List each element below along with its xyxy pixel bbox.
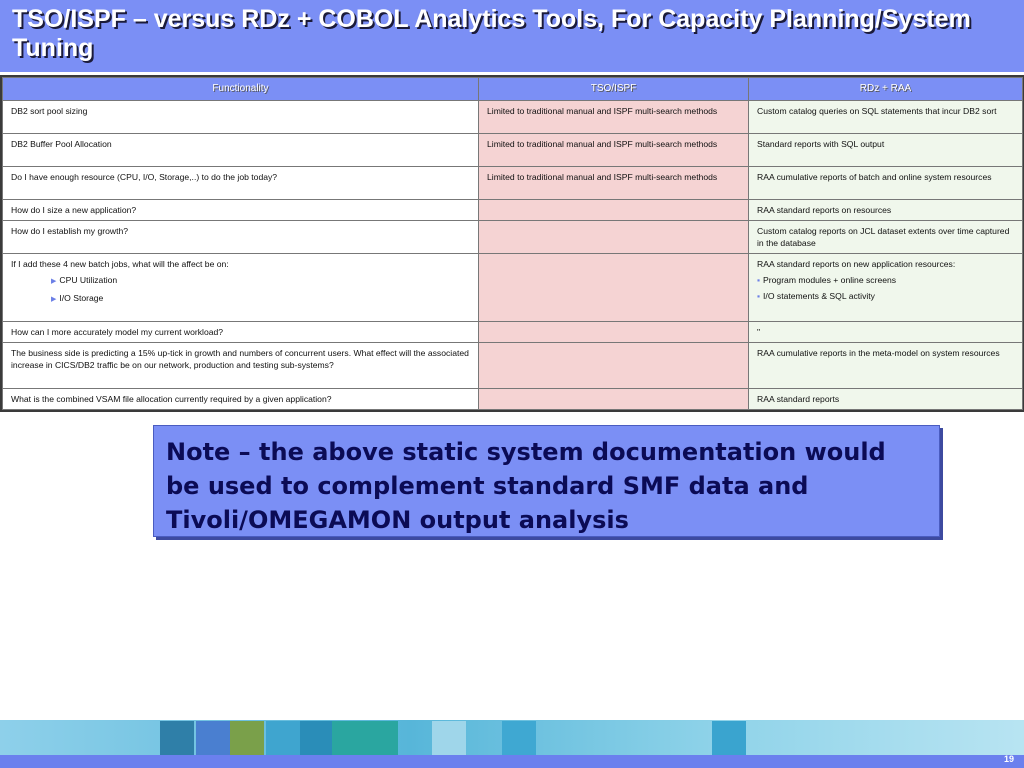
title-bar: TSO/ISPF – versus RDz + COBOL Analytics … <box>0 0 1024 72</box>
footer-tile <box>332 721 398 755</box>
rdz-cell: Custom catalog queries on SQL statements… <box>748 100 1023 134</box>
rdz-cell: Custom catalog reports on JCL dataset ex… <box>748 220 1023 254</box>
sub-item: ▪ Program modules + online screens <box>757 274 1014 286</box>
tso-cell <box>478 220 749 254</box>
rdz-cell: RAA cumulative reports of batch and onli… <box>748 166 1023 200</box>
footer-tile <box>300 721 332 755</box>
functionality-cell: DB2 Buffer Pool Allocation <box>2 133 479 167</box>
column-header-rdz-raa: RDz + RAA <box>748 77 1023 101</box>
functionality-cell: What is the combined VSAM file allocatio… <box>2 388 479 410</box>
sub-item: ▶ CPU Utilization <box>11 274 470 288</box>
footer-tile <box>712 721 746 755</box>
sub-item: ▪ I/O statements & SQL activity <box>757 290 1014 302</box>
tso-cell <box>478 199 749 221</box>
footer-tile <box>266 721 300 755</box>
footer-tile <box>502 721 536 755</box>
square-bullet-icon: ▪ <box>757 275 761 285</box>
tso-cell <box>478 342 749 389</box>
tso-cell: Limited to traditional manual and ISPF m… <box>478 166 749 200</box>
slide-title: TSO/ISPF – versus RDz + COBOL Analytics … <box>12 5 971 62</box>
table-row: How do I establish my growth? Custom cat… <box>2 220 1023 254</box>
tso-cell <box>478 388 749 410</box>
footer-tile <box>160 721 194 755</box>
rdz-cell: " <box>748 321 1023 343</box>
tso-cell: Limited to traditional manual and ISPF m… <box>478 100 749 134</box>
tso-cell: Limited to traditional manual and ISPF m… <box>478 133 749 167</box>
column-header-tso-ispf: TSO/ISPF <box>478 77 749 101</box>
column-header-functionality: Functionality <box>2 77 479 101</box>
triangle-bullet-icon: ▶ <box>51 278 57 285</box>
rdz-cell: Standard reports with SQL output <box>748 133 1023 167</box>
sub-item: ▶ I/O Storage <box>11 292 470 306</box>
square-bullet-icon: ▪ <box>757 291 761 301</box>
functionality-cell: How can I more accurately model my curre… <box>2 321 479 343</box>
table-row: DB2 sort pool sizing Limited to traditio… <box>2 100 1023 134</box>
sub-item-label: I/O Storage <box>59 293 104 303</box>
sub-item-label: I/O statements & SQL activity <box>763 291 875 301</box>
table-row: Do I have enough resource (CPU, I/O, Sto… <box>2 166 1023 200</box>
footer-bar <box>0 755 1024 768</box>
rdz-cell: RAA standard reports on new application … <box>748 253 1023 322</box>
footer-tile <box>230 721 264 755</box>
note-text: Note – the above static system documenta… <box>166 438 886 534</box>
footer-tile <box>432 721 466 755</box>
rdz-text: RAA standard reports on new application … <box>757 259 956 269</box>
table-row: How can I more accurately model my curre… <box>2 321 1023 343</box>
footer-tile <box>196 721 230 755</box>
page-number: 19 <box>1003 754 1014 764</box>
footer-decoration <box>0 720 1024 768</box>
rdz-cell: RAA standard reports <box>748 388 1023 410</box>
functionality-cell: Do I have enough resource (CPU, I/O, Sto… <box>2 166 479 200</box>
functionality-cell: How do I size a new application? <box>2 199 479 221</box>
comparison-table: Functionality TSO/ISPF RDz + RAA DB2 sor… <box>0 75 1024 412</box>
tso-cell <box>478 253 749 322</box>
functionality-cell: How do I establish my growth? <box>2 220 479 254</box>
functionality-cell: DB2 sort pool sizing <box>2 100 479 134</box>
sub-item-label: Program modules + online screens <box>763 275 897 285</box>
table-row: What is the combined VSAM file allocatio… <box>2 388 1023 410</box>
table-row: The business side is predicting a 15% up… <box>2 342 1023 389</box>
sub-item-label: CPU Utilization <box>59 275 118 285</box>
rdz-cell: RAA standard reports on resources <box>748 199 1023 221</box>
functionality-text: If I add these 4 new batch jobs, what wi… <box>11 259 229 269</box>
functionality-cell: The business side is predicting a 15% up… <box>2 342 479 389</box>
table-row: If I add these 4 new batch jobs, what wi… <box>2 253 1023 322</box>
table-row: DB2 Buffer Pool Allocation Limited to tr… <box>2 133 1023 167</box>
table-header-row: Functionality TSO/ISPF RDz + RAA <box>2 77 1023 101</box>
rdz-cell: RAA cumulative reports in the meta-model… <box>748 342 1023 389</box>
table-row: How do I size a new application? RAA sta… <box>2 199 1023 221</box>
functionality-cell: If I add these 4 new batch jobs, what wi… <box>2 253 479 322</box>
triangle-bullet-icon: ▶ <box>51 296 57 303</box>
footer-image-strip <box>0 720 1024 755</box>
note-callout: Note – the above static system documenta… <box>153 425 940 537</box>
tso-cell <box>478 321 749 343</box>
